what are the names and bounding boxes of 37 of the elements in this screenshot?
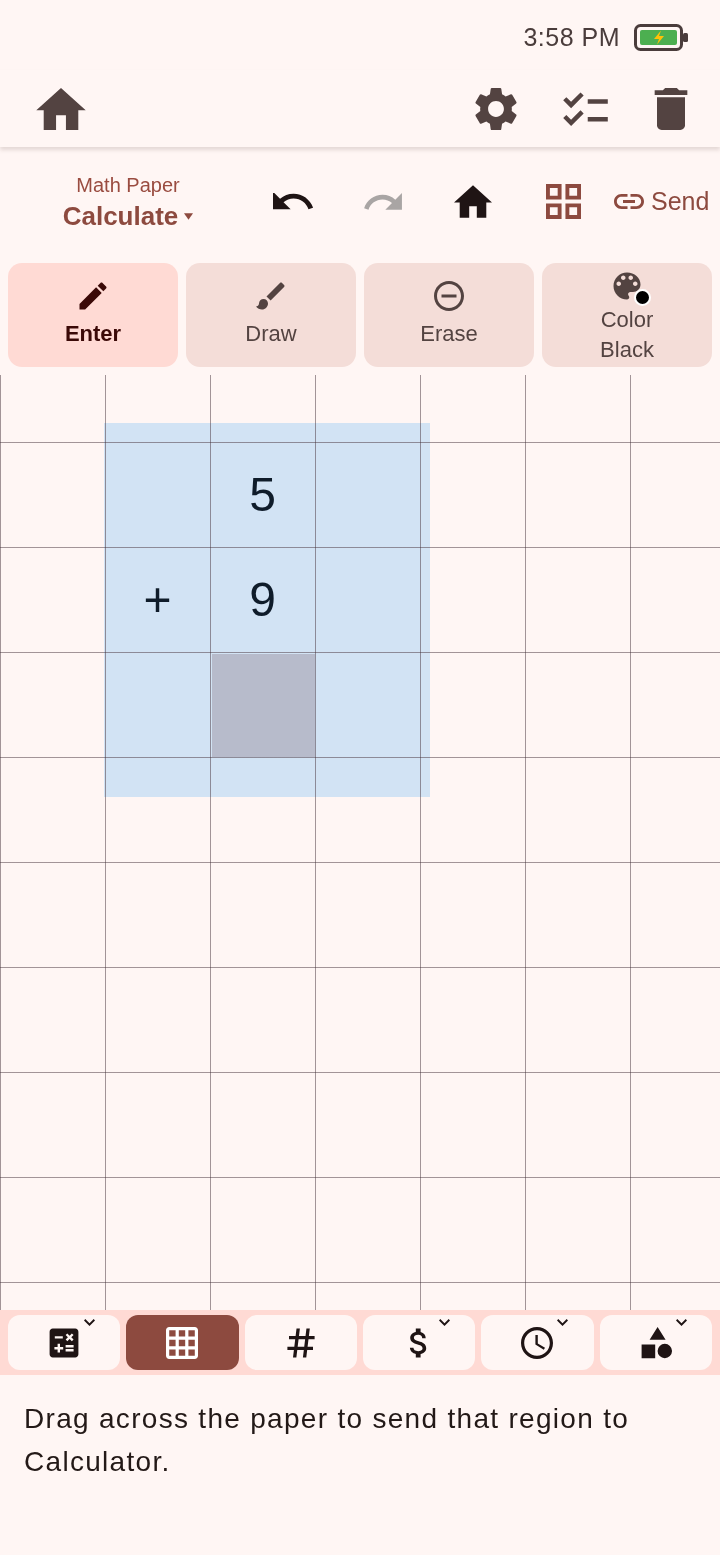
trash-icon[interactable]	[654, 87, 688, 130]
table-grid-icon	[166, 1326, 199, 1359]
battery-charging-icon	[634, 23, 688, 51]
time-tab[interactable]	[481, 1315, 594, 1370]
send-link[interactable]: Send	[608, 186, 710, 216]
number-tab[interactable]	[244, 1315, 357, 1370]
link-icon	[614, 193, 644, 209]
shapes-tab[interactable]	[599, 1315, 712, 1370]
calculator-icon	[48, 1326, 81, 1359]
color-mode-button[interactable]: Color Black	[542, 263, 712, 367]
grid-view-icon[interactable]	[545, 183, 581, 219]
hint-text: Drag across the paper to send that region to Calculator.	[23, 1402, 631, 1479]
pencil-icon	[78, 281, 108, 311]
grid-tab[interactable]	[126, 1315, 239, 1370]
operand-digit: 5	[249, 466, 276, 523]
shapes-icon	[639, 1326, 672, 1359]
calculator-tab[interactable]	[8, 1315, 121, 1370]
undo-icon[interactable]	[273, 192, 313, 210]
currency-tab[interactable]	[363, 1315, 476, 1370]
enter-mode-button[interactable]: Enter	[8, 263, 178, 367]
draw-mode-button[interactable]: Draw	[186, 263, 356, 367]
hash-icon	[284, 1326, 317, 1359]
operator-sign: +	[143, 571, 172, 628]
settings-icon[interactable]	[475, 86, 517, 131]
operand-digit: 9	[249, 571, 276, 628]
checklist-icon[interactable]	[563, 91, 608, 126]
palette-icon	[612, 271, 642, 301]
home-icon[interactable]	[454, 184, 492, 218]
home-icon[interactable]	[36, 87, 86, 130]
mode-dropdown[interactable]: Calculate	[62, 201, 194, 232]
brush-icon	[256, 281, 286, 311]
cursor-cell[interactable]	[211, 653, 315, 757]
erase-mode-button[interactable]: Erase	[364, 263, 534, 367]
app-subtitle: Math Paper	[76, 174, 180, 197]
caret-icon	[184, 213, 194, 220]
status-time: 3:58 PM	[523, 22, 620, 52]
clock-icon	[521, 1326, 554, 1359]
